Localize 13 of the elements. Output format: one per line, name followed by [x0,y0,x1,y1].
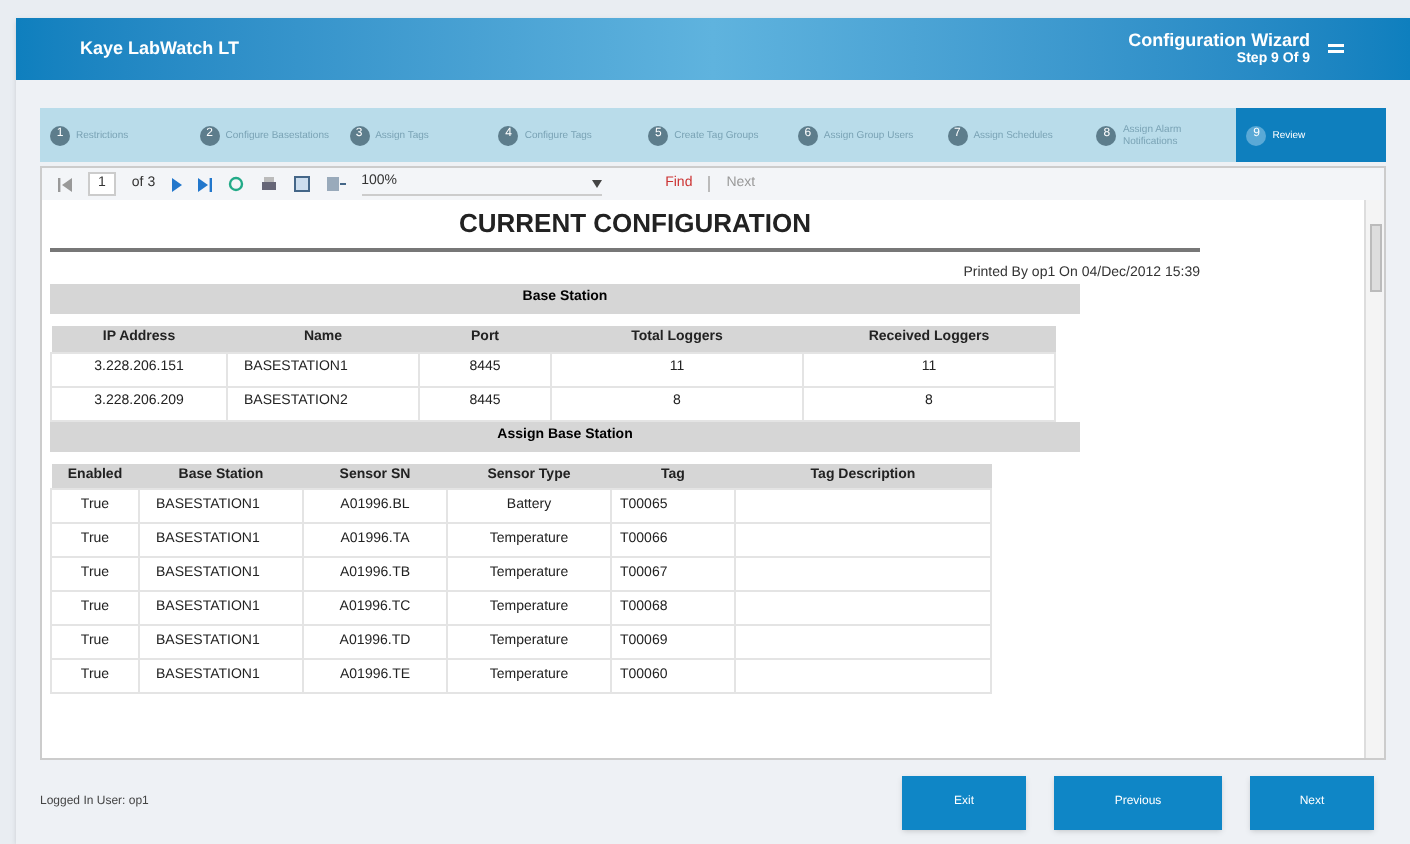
last-page-icon[interactable] [197,177,212,191]
scrollbar[interactable] [1364,200,1384,758]
window-title: Kaye LabWatch LT [80,35,240,62]
first-page-icon[interactable] [58,177,72,191]
next-page-icon[interactable] [171,177,182,191]
export-icon[interactable] [325,176,346,192]
dropdown-arrow-icon [591,179,602,187]
wizard-title: Configuration Wizard [1128,29,1310,49]
print-icon[interactable] [259,176,278,192]
menu-icon[interactable] [1326,39,1346,59]
report-title: CURRENT CONFIGURATION [457,206,813,242]
layout-icon[interactable] [293,176,310,192]
refresh-icon[interactable] [227,176,244,192]
